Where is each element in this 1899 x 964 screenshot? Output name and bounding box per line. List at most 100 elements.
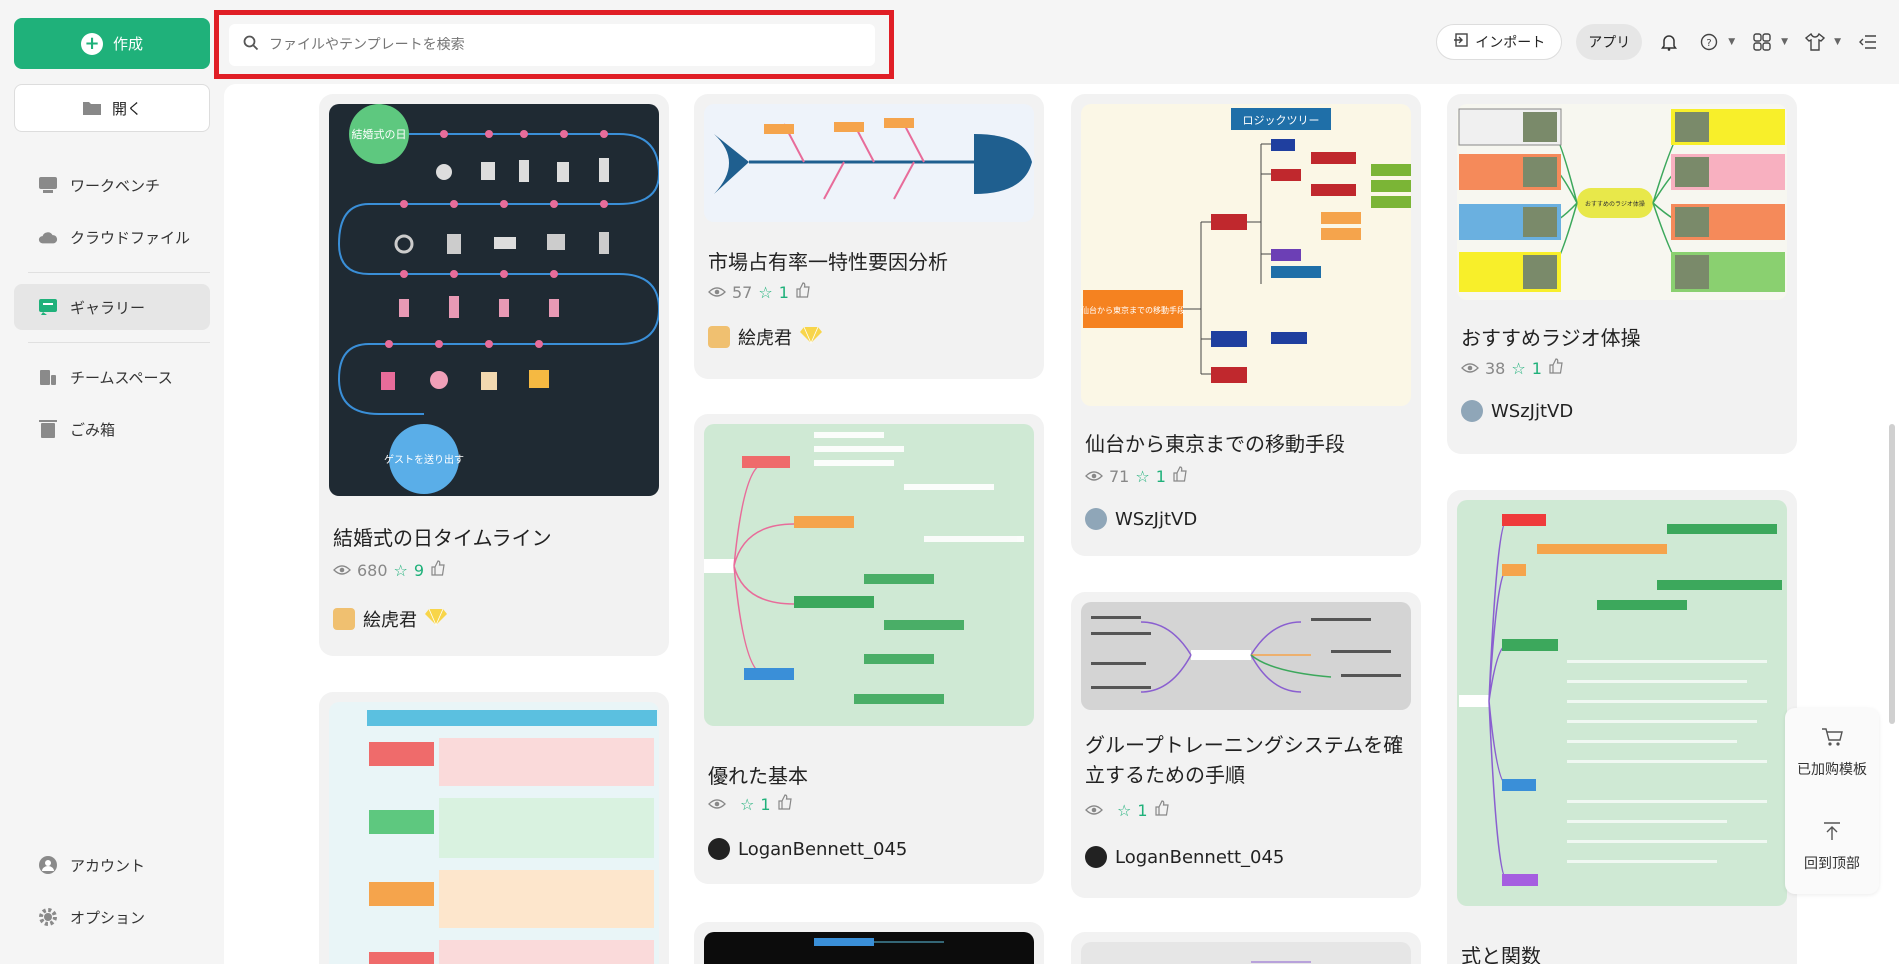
star-icon[interactable]: ☆ <box>1511 359 1525 378</box>
card-author[interactable]: 絵虎君 <box>708 324 822 350</box>
thumbnail-fishbone <box>704 104 1034 222</box>
card-author[interactable]: WSzJjtVD <box>1085 508 1197 530</box>
trash-icon <box>38 419 58 439</box>
back-to-top-button[interactable]: 回到顶部 <box>1785 802 1879 892</box>
author-name: WSzJjtVD <box>1491 400 1574 422</box>
template-card-sendai[interactable]: ロジックツリー 仙台から東京までの移動手段 仙台から東京までの移動手段 71 ☆… <box>1071 94 1421 556</box>
help-icon[interactable]: ? <box>1696 29 1722 55</box>
view-count: 38 <box>1485 358 1506 378</box>
template-card-dark[interactable] <box>694 922 1044 964</box>
thumbs-up-icon[interactable] <box>795 282 811 302</box>
star-icon[interactable]: ☆ <box>758 283 772 302</box>
premium-badge-icon <box>800 326 822 349</box>
card-stats: 71 ☆ 1 <box>1085 466 1188 486</box>
back-to-top-label: 回到顶部 <box>1804 856 1860 872</box>
chevron-down-icon[interactable]: ▼ <box>1781 37 1788 47</box>
thumbs-up-icon[interactable] <box>1548 358 1564 378</box>
card-title-line: 立するための手順 <box>1085 763 1245 787</box>
avatar <box>1085 508 1107 530</box>
sidebar-item-workbench[interactable]: ワークベンチ <box>14 162 210 208</box>
eye-icon <box>333 561 351 580</box>
import-label: インポート <box>1475 35 1546 51</box>
svg-text:?: ? <box>1707 38 1712 49</box>
card-author[interactable]: LoganBennett_045 <box>708 838 907 860</box>
open-button[interactable]: 開く <box>14 84 210 132</box>
thumbs-up-icon[interactable] <box>1154 800 1170 820</box>
divider <box>28 272 210 273</box>
template-card-fishbone[interactable]: 市場占有率一特性要因分析 57 ☆ 1 絵虎君 <box>694 94 1044 379</box>
sidebar-item-account[interactable]: アカウント <box>14 842 210 888</box>
grid-apps-icon[interactable] <box>1749 29 1775 55</box>
sidebar-item-trash[interactable]: ごみ箱 <box>14 406 210 452</box>
arrow-up-icon <box>1823 821 1841 845</box>
sidebar-item-gallery[interactable]: ギャラリー <box>14 284 210 330</box>
eye-icon <box>708 283 726 302</box>
view-count: 57 <box>732 282 753 302</box>
thumbnail-mindmap-basics <box>704 424 1034 726</box>
search-input[interactable] <box>269 37 829 53</box>
thumbnail-table <box>329 702 659 964</box>
sidebar-item-label: ごみ箱 <box>70 420 116 439</box>
card-title: 仙台から東京までの移動手段 <box>1085 432 1345 456</box>
thumbs-up-icon[interactable] <box>777 794 793 814</box>
sidebar-item-team-space[interactable]: チームスペース <box>14 354 210 400</box>
author-name: 絵虎君 <box>738 328 792 349</box>
collapse-menu-icon[interactable] <box>1855 29 1881 55</box>
star-icon[interactable]: ☆ <box>1117 801 1131 820</box>
cloud-icon <box>38 227 58 247</box>
eye-icon <box>1085 467 1103 486</box>
shirt-icon[interactable] <box>1802 29 1828 55</box>
star-icon[interactable]: ☆ <box>394 561 408 580</box>
template-card-wedding[interactable]: 結婚式の日 ゲストを送り出す 結婚式の日タイムライン 680 ☆ 9 絵虎君 <box>319 94 669 656</box>
card-author[interactable]: WSzJjtVD <box>1461 400 1573 422</box>
author-name: WSzJjtVD <box>1115 508 1198 530</box>
card-title: 優れた基本 <box>708 764 808 788</box>
import-button[interactable]: インポート <box>1436 24 1563 60</box>
template-card-training[interactable]: グループトレーニングシステムを確 立するための手順 ☆ 1 LoganBenne… <box>1071 592 1421 898</box>
like-count: 1 <box>760 794 771 814</box>
scrollbar[interactable] <box>1889 424 1895 724</box>
template-card-radio[interactable]: おすすめのラジオ体操 おすすめラジオ体操 38 ☆ 1 WSzJjtVD <box>1447 94 1797 454</box>
search-bar[interactable] <box>229 24 875 66</box>
template-card-basics[interactable]: 優れた基本 ☆ 1 LoganBennett_045 <box>694 414 1044 884</box>
template-card-partial[interactable] <box>1071 932 1421 964</box>
purchased-templates-button[interactable]: 已加购模板 <box>1785 708 1879 798</box>
chevron-down-icon[interactable]: ▼ <box>1728 37 1735 47</box>
app-button[interactable]: アプリ <box>1576 24 1643 60</box>
sidebar-item-label: ワークベンチ <box>70 176 161 195</box>
eye-icon <box>1461 359 1479 378</box>
thumbnail-partial <box>1081 942 1411 964</box>
template-card-table[interactable] <box>319 692 669 964</box>
thumbs-up-icon[interactable] <box>430 560 446 580</box>
sidebar-item-cloud-files[interactable]: クラウドファイル <box>14 214 210 260</box>
workbench-icon <box>38 175 58 195</box>
star-icon[interactable]: ☆ <box>1135 467 1149 486</box>
card-stats: ☆ 1 <box>708 794 793 814</box>
wedding-title-text: 結婚式の日 <box>352 127 407 141</box>
sidebar-item-options[interactable]: オプション <box>14 894 210 940</box>
top-toolbar: インポート アプリ ? ▼ ▼ ▼ <box>1436 24 1881 60</box>
sidebar-item-label: ギャラリー <box>70 298 146 317</box>
author-name: LoganBennett_045 <box>738 838 908 860</box>
bell-icon[interactable] <box>1656 29 1682 55</box>
card-author[interactable]: 絵虎君 <box>333 606 447 632</box>
create-button[interactable]: + 作成 <box>14 18 210 69</box>
cart-icon <box>1821 727 1843 751</box>
thumbnail-dark <box>704 932 1034 964</box>
card-author[interactable]: LoganBennett_045 <box>1085 846 1284 868</box>
thumbs-up-icon[interactable] <box>1172 466 1188 486</box>
author-name: LoganBennett_045 <box>1115 846 1285 868</box>
thumbnail-wedding: 結婚式の日 ゲストを送り出す <box>329 104 659 496</box>
card-title: おすすめラジオ体操 <box>1461 326 1641 350</box>
sidebar-item-label: オプション <box>70 908 146 927</box>
logic-tree-title: ロジックツリー <box>1243 114 1320 127</box>
account-icon <box>38 855 58 875</box>
avatar <box>708 326 730 348</box>
card-stats: ☆ 1 <box>1085 800 1170 820</box>
template-card-functions[interactable]: 式と関数 <box>1447 490 1797 964</box>
purchased-label: 已加购模板 <box>1797 762 1867 778</box>
chevron-down-icon[interactable]: ▼ <box>1834 37 1841 47</box>
star-icon[interactable]: ☆ <box>740 795 754 814</box>
avatar <box>1085 846 1107 868</box>
card-title: 結婚式の日タイムライン <box>333 526 552 550</box>
